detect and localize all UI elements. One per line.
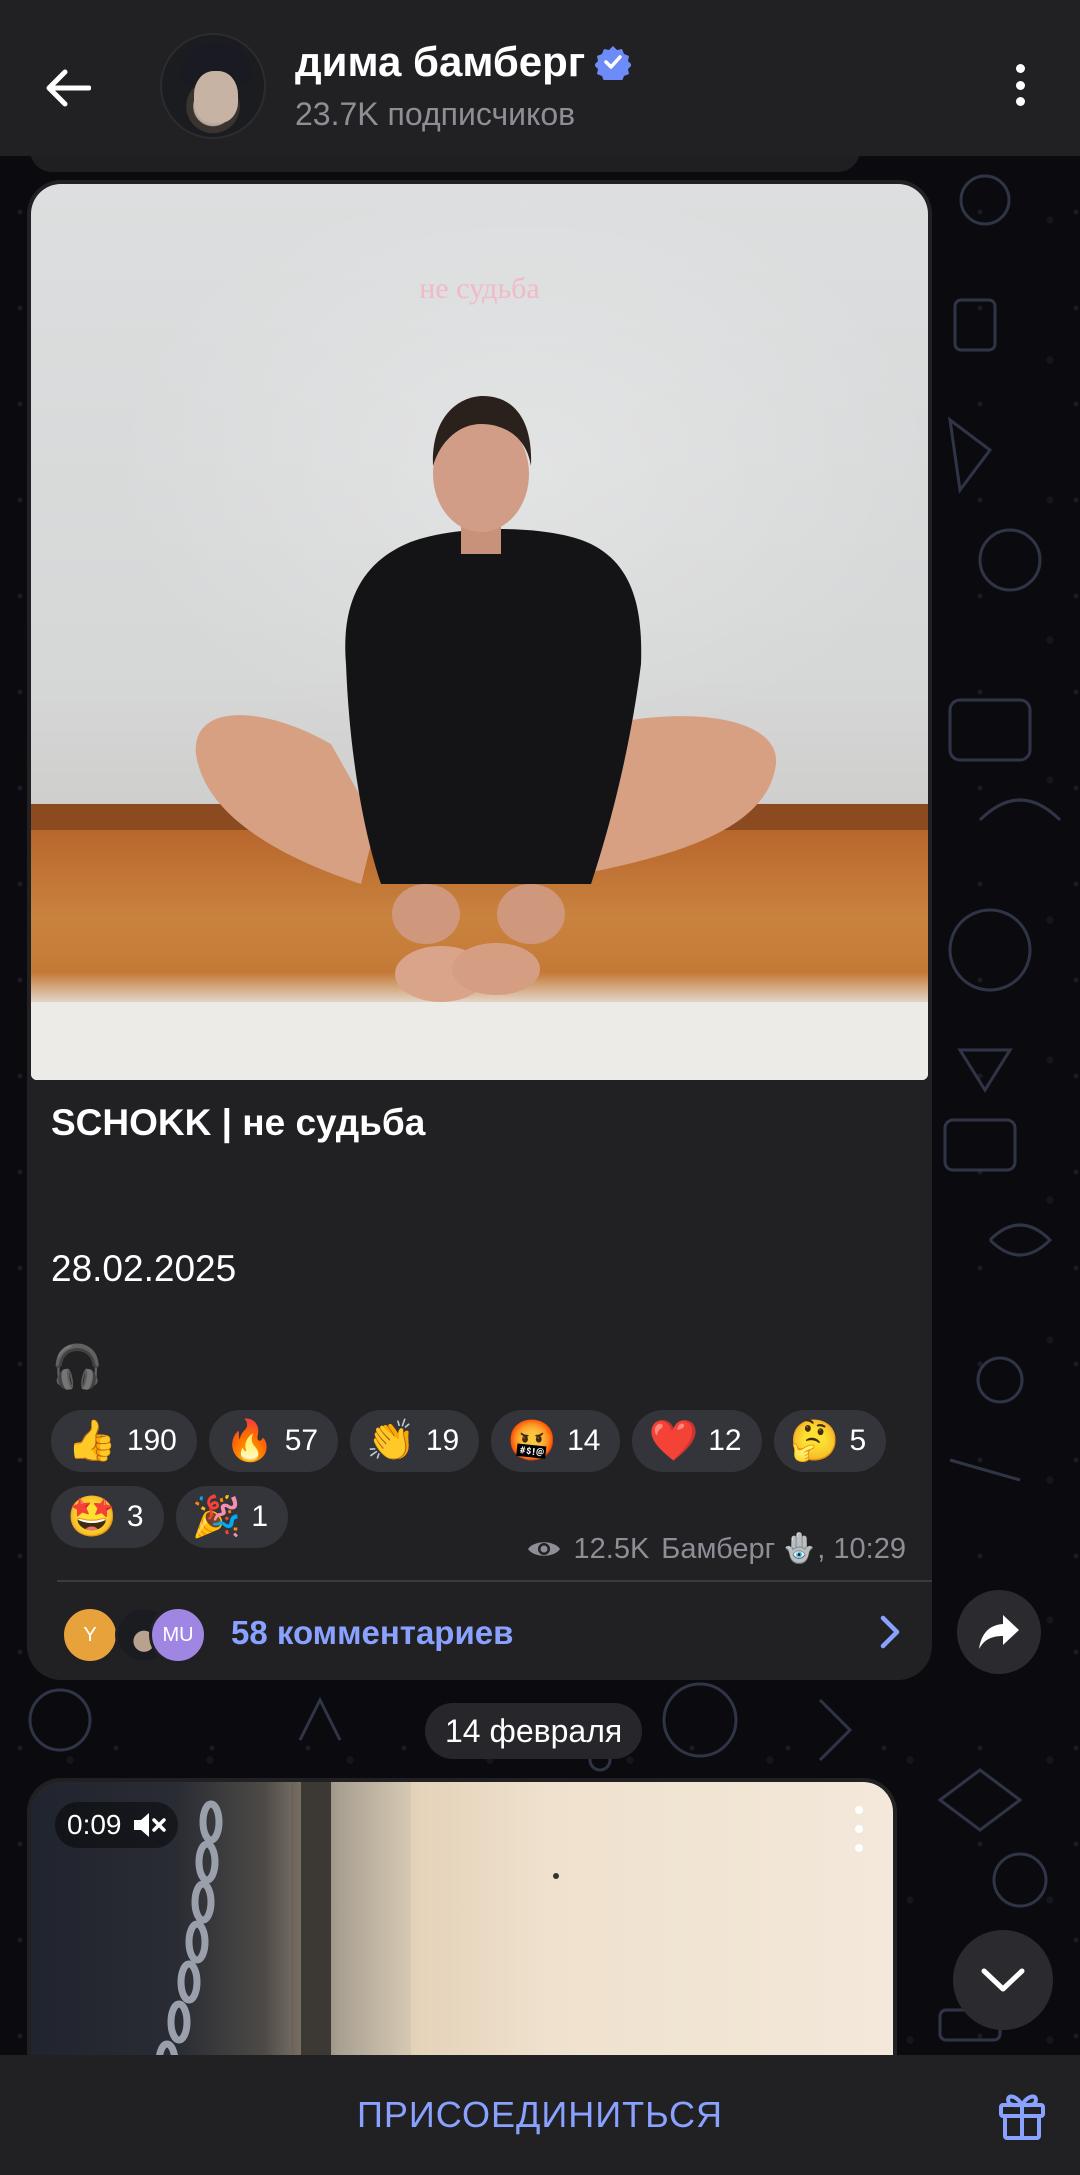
- reaction-count: 14: [567, 1424, 601, 1457]
- post-date: 28.02.2025: [51, 1248, 237, 1289]
- scroll-down-button[interactable]: [953, 1930, 1053, 2030]
- reaction-count: 5: [849, 1424, 867, 1457]
- person-illustration: [195, 396, 777, 1002]
- fire-icon: 🔥: [224, 1419, 275, 1463]
- reactions-bar: 👍 190 🔥 57 👏 19 🤬 14 ❤️ 12 🤔 5 🤩 3 🎉 1: [51, 1410, 911, 1548]
- share-arrow-icon: [979, 1615, 1019, 1649]
- post-meta: 12.5K Бамберг 🪬 , 10:29: [526, 1532, 906, 1566]
- reaction-thumbs-up[interactable]: 👍 190: [51, 1410, 197, 1472]
- date-separator: 14 февраля: [425, 1703, 643, 1759]
- arrow-left-icon: [46, 69, 91, 107]
- channel-name: дима бамберг: [295, 38, 586, 85]
- thinking-face-icon: 🤔: [789, 1419, 840, 1463]
- divider: [57, 1580, 932, 1582]
- reaction-party[interactable]: 🎉 1: [175, 1486, 288, 1548]
- channel-title[interactable]: дима бамберг: [295, 38, 632, 86]
- commenter-avatar: MU: [149, 1606, 207, 1664]
- reaction-angry[interactable]: 🤬 14: [491, 1410, 621, 1472]
- chat-header: дима бамберг 23.7K подписчиков: [0, 0, 1080, 156]
- post-title: SCHOKK | не судьба: [51, 1102, 426, 1143]
- comments-button[interactable]: Y MU 58 комментариев: [27, 1584, 932, 1680]
- video-duration: 0:09: [67, 1809, 122, 1840]
- more-vertical-icon: [1015, 64, 1025, 73]
- video-menu-button[interactable]: [847, 1806, 871, 1852]
- verified-badge-icon: [595, 46, 632, 80]
- eye-icon: [527, 1542, 560, 1556]
- subscriber-count: 23.7K подписчиков: [295, 96, 576, 132]
- comments-label: 58 комментариев: [231, 1614, 514, 1651]
- post-photo[interactable]: не судьба: [31, 184, 928, 1080]
- channel-avatar[interactable]: [160, 33, 266, 139]
- cursing-face-icon: 🤬: [507, 1419, 558, 1463]
- reaction-count: 3: [126, 1500, 144, 1533]
- party-popper-icon: 🎉: [191, 1495, 242, 1539]
- reaction-count: 19: [425, 1424, 460, 1457]
- commenter-avatar: Y: [61, 1606, 119, 1664]
- back-button[interactable]: [30, 50, 106, 126]
- muted-speaker-icon: [133, 1813, 166, 1837]
- chevron-right-icon: [880, 1615, 900, 1649]
- thumbs-up-icon: 👍: [67, 1419, 117, 1463]
- reaction-thinking[interactable]: 🤔 5: [773, 1410, 887, 1472]
- video-duration-badge[interactable]: 0:09: [55, 1802, 178, 1848]
- reaction-fire[interactable]: 🔥 57: [208, 1410, 339, 1472]
- view-count: 12.5K: [573, 1532, 650, 1565]
- author-emoji: 🪬: [781, 1533, 818, 1565]
- channel-post: не судьба SCHOKK | не судьба 28.02.2025 …: [27, 180, 932, 1680]
- reaction-count: 57: [284, 1424, 319, 1457]
- post-time: , 10:29: [817, 1532, 906, 1565]
- photo-caption: не судьба: [419, 272, 540, 305]
- clap-icon: 👏: [366, 1419, 416, 1463]
- reaction-count: 12: [708, 1424, 742, 1457]
- reaction-heart[interactable]: ❤️ 12: [632, 1410, 762, 1472]
- reaction-clap[interactable]: 👏 19: [350, 1410, 480, 1472]
- more-menu-button[interactable]: [1000, 60, 1040, 110]
- heart-icon: ❤️: [648, 1419, 699, 1463]
- reaction-count: 1: [251, 1500, 268, 1533]
- reaction-star-struck[interactable]: 🤩 3: [51, 1486, 164, 1548]
- chevron-down-icon: [981, 1968, 1025, 1992]
- bottom-bar: ПРИСОЕДИНИТЬСЯ: [0, 2055, 1080, 2175]
- post-author: Бамберг: [661, 1532, 776, 1565]
- share-button[interactable]: [957, 1590, 1041, 1674]
- reaction-count: 190: [126, 1424, 177, 1457]
- headphones-emoji: 🎧: [51, 1343, 104, 1390]
- more-vertical-icon: [855, 1806, 863, 1814]
- gift-button[interactable]: [990, 2083, 1054, 2147]
- star-struck-icon: 🤩: [67, 1495, 117, 1539]
- join-button[interactable]: ПРИСОЕДИНИТЬСЯ: [0, 2055, 1080, 2175]
- gift-icon: [999, 2094, 1045, 2140]
